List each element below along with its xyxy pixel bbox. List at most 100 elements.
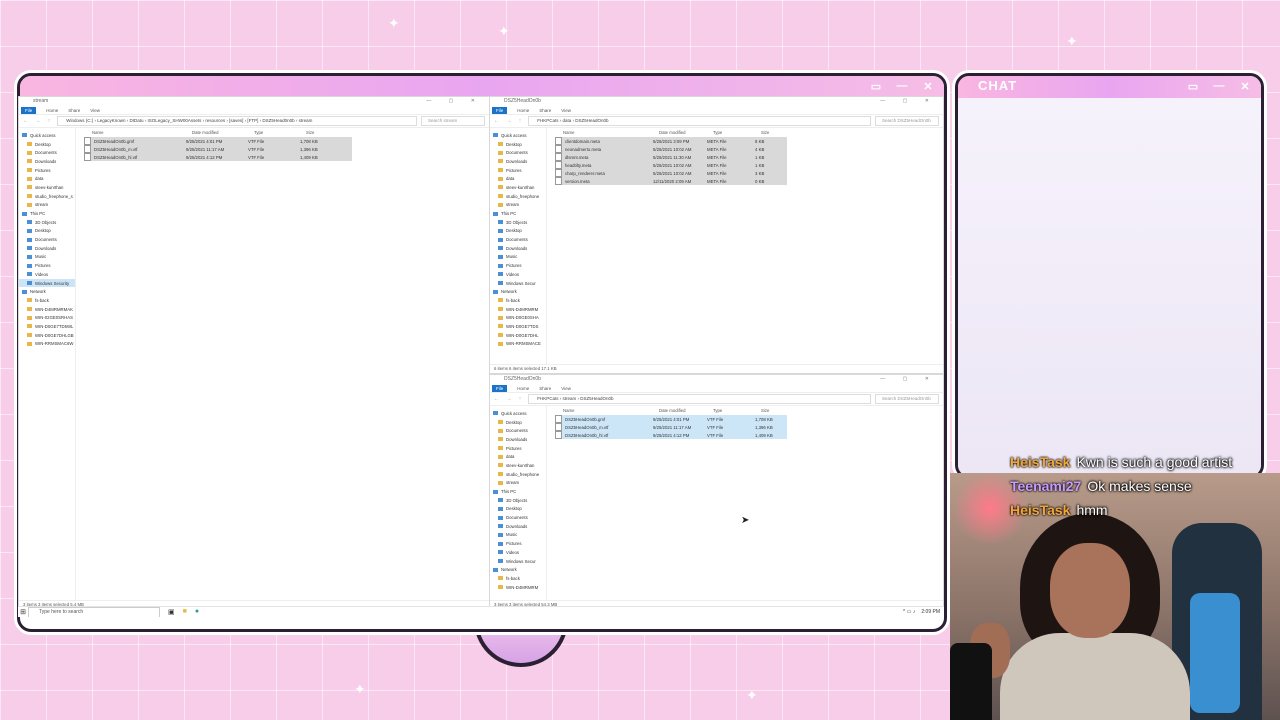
nav-item[interactable]: Pictures [490,444,546,453]
nav-item[interactable]: fs-back [19,296,75,305]
nav-item[interactable]: Documents [19,148,75,157]
window-buttons[interactable]: — ▢ ✕ [880,97,937,106]
ribbon-tab-share[interactable]: Share [539,386,551,391]
nav-item[interactable]: Pictures [19,166,75,175]
nav-item[interactable]: Documents [490,513,546,522]
nav-item[interactable]: This PC [490,487,546,496]
file-row[interactable]: clientdomain.meta 5/25/2021 3:09 PM META F… [555,137,787,145]
nav-item[interactable]: Documents [490,426,546,435]
nav-arrows-icon[interactable]: ← → ↑ [23,118,53,124]
column-header[interactable]: Date modified [659,408,713,413]
nav-item[interactable]: Windows Security [19,278,75,288]
nav-item[interactable]: Videos [19,270,75,279]
nav-item[interactable]: WIN-D0GE7TD5WL [19,322,75,331]
taskbar-search-input[interactable]: Type here to search [28,606,160,617]
nav-item[interactable]: Music [19,253,75,262]
file-row[interactable]: DSZ5HeadOn0b_hl.vtf 9/25/2021 4:12 PM VTF … [84,153,352,161]
column-header[interactable]: Size [761,408,785,413]
nav-item[interactable]: Desktop [490,418,546,427]
nav-item[interactable]: WIN-RRMSMACE [490,340,546,349]
column-header[interactable]: Size [761,130,785,135]
nav-item[interactable]: Desktop [19,227,75,236]
search-input[interactable]: Search stream [421,116,485,126]
file-row[interactable]: headtilty.meta 5/25/2021 10:02 AM META Fil… [555,161,787,169]
nav-item[interactable]: Windows Secur [490,279,546,288]
nav-item[interactable]: fs-back [490,296,546,305]
clock[interactable]: 2:09 PM [921,609,940,615]
nav-item[interactable]: Desktop [19,140,75,149]
nav-item[interactable]: Music [490,253,546,262]
nav-item[interactable]: steev-kunrthan [490,461,546,470]
file-row[interactable]: DSZ5HeadOn0b_m.vtf 9/25/2021 11:17 AM VTF … [84,145,352,153]
file-row[interactable]: neonadmerto.meta 5/25/2021 10:02 AM META F… [555,145,787,153]
column-header[interactable]: Name [555,408,659,413]
file-row[interactable]: version.meta 12/11/2020 2:09 AM META File 0… [555,177,787,185]
nav-item[interactable]: Documents [490,235,546,244]
nav-item[interactable]: Pictures [490,166,546,175]
nav-item[interactable]: WIN-D4MRMRMAK [19,305,75,314]
nav-item[interactable]: Downloads [490,435,546,444]
window-buttons[interactable]: — ▢ ✕ [880,375,937,384]
nav-item[interactable]: This PC [19,209,75,218]
nav-item[interactable]: Network [490,565,546,574]
nav-item[interactable]: data [490,452,546,461]
nav-item[interactable]: 3D Objects [19,218,75,227]
ribbon-tab-file[interactable]: File [21,106,37,114]
nav-item[interactable]: Desktop [490,227,546,236]
nav-item[interactable]: Network [19,287,75,296]
nav-item[interactable]: Quick access [490,409,546,418]
nav-item[interactable]: This PC [490,209,546,218]
ribbon-tab-home[interactable]: Home [517,108,529,113]
start-button[interactable]: ⊞ [18,607,28,617]
ribbon-tab-file[interactable]: File [492,106,508,114]
nav-item[interactable]: fs-back [490,574,546,583]
file-row[interactable]: DSZ5HeadOn0b.gmf 9/25/2021 4:01 PM VTF Fil… [555,415,787,423]
column-header[interactable]: Type [713,408,761,413]
file-row[interactable]: dlsmnt.meta 5/25/2021 11:30 AM META File 1 … [555,153,787,161]
nav-item[interactable]: Videos [490,548,546,557]
nav-item[interactable]: data [19,174,75,183]
column-header[interactable]: Name [555,130,659,135]
nav-item[interactable]: Pictures [490,539,546,548]
nav-item[interactable]: Desktop [490,505,546,514]
nav-item[interactable]: WIN-D0GE7TDS [490,322,546,331]
nav-item[interactable]: Quick access [490,131,546,140]
address-bar[interactable]: Windows (C:) › LegacyKnown › DIDatu › IS… [57,116,417,126]
nav-item[interactable]: WIN-D4MRMRM [490,583,546,592]
file-row[interactable]: DSZ5HeadOn0b.gmf 9/25/2021 4:01 PM VTF Fil… [84,137,352,145]
file-row[interactable]: DSZ5HeadOn0b_m.vtf 9/25/2021 11:17 AM VTF … [555,423,787,431]
nav-item[interactable]: stream [490,201,546,210]
nav-item[interactable]: Documents [490,148,546,157]
nav-item[interactable]: 3D Objects [490,218,546,227]
nav-item[interactable]: Desktop [490,140,546,149]
edge-browser-icon[interactable]: ● [195,608,199,616]
tray-icons[interactable]: ^ ▭ ♪ [903,609,915,615]
window-buttons[interactable]: — ▢ ✕ [426,97,483,106]
nav-item[interactable]: Documents [19,235,75,244]
address-bar[interactable]: FHKPCats › data › DSZ5HeadOn0b [528,116,871,126]
file-row[interactable]: DSZ5HeadOn0b_hl.vtf 9/25/2021 4:12 PM VTF … [555,431,787,439]
nav-item[interactable]: Downloads [19,157,75,166]
ribbon-tab-view[interactable]: View [90,108,100,113]
column-header[interactable]: Size [306,130,350,135]
ribbon-tab-view[interactable]: View [561,108,571,113]
search-input[interactable]: Search DSZ5HeadOn0b [875,116,939,126]
column-header[interactable]: Date modified [192,130,254,135]
nav-item[interactable]: studio_freephone_s [19,192,75,201]
address-bar[interactable]: FHKPCats › stream › DSZ5HeadOn0b [528,394,871,404]
nav-item[interactable]: steev-kunrthan [490,183,546,192]
ribbon-tab-share[interactable]: Share [539,108,551,113]
nav-item[interactable]: Downloads [19,244,75,253]
nav-item[interactable]: Videos [490,270,546,279]
nav-item[interactable]: Music [490,531,546,540]
search-input[interactable]: Search DSZ5HeadOn0b [875,394,939,404]
column-header[interactable]: Date modified [659,130,713,135]
file-explorer-icon[interactable]: ■ [183,608,187,616]
nav-item[interactable]: data [490,174,546,183]
ribbon-tab-share[interactable]: Share [68,108,80,113]
nav-item[interactable]: WIN-D0GE0SHA [490,313,546,322]
nav-item[interactable]: stream [19,201,75,210]
nav-item[interactable]: WIN-D0GE7DHL [490,331,546,340]
nav-item[interactable]: Downloads [490,522,546,531]
ribbon-tab-view[interactable]: View [561,386,571,391]
